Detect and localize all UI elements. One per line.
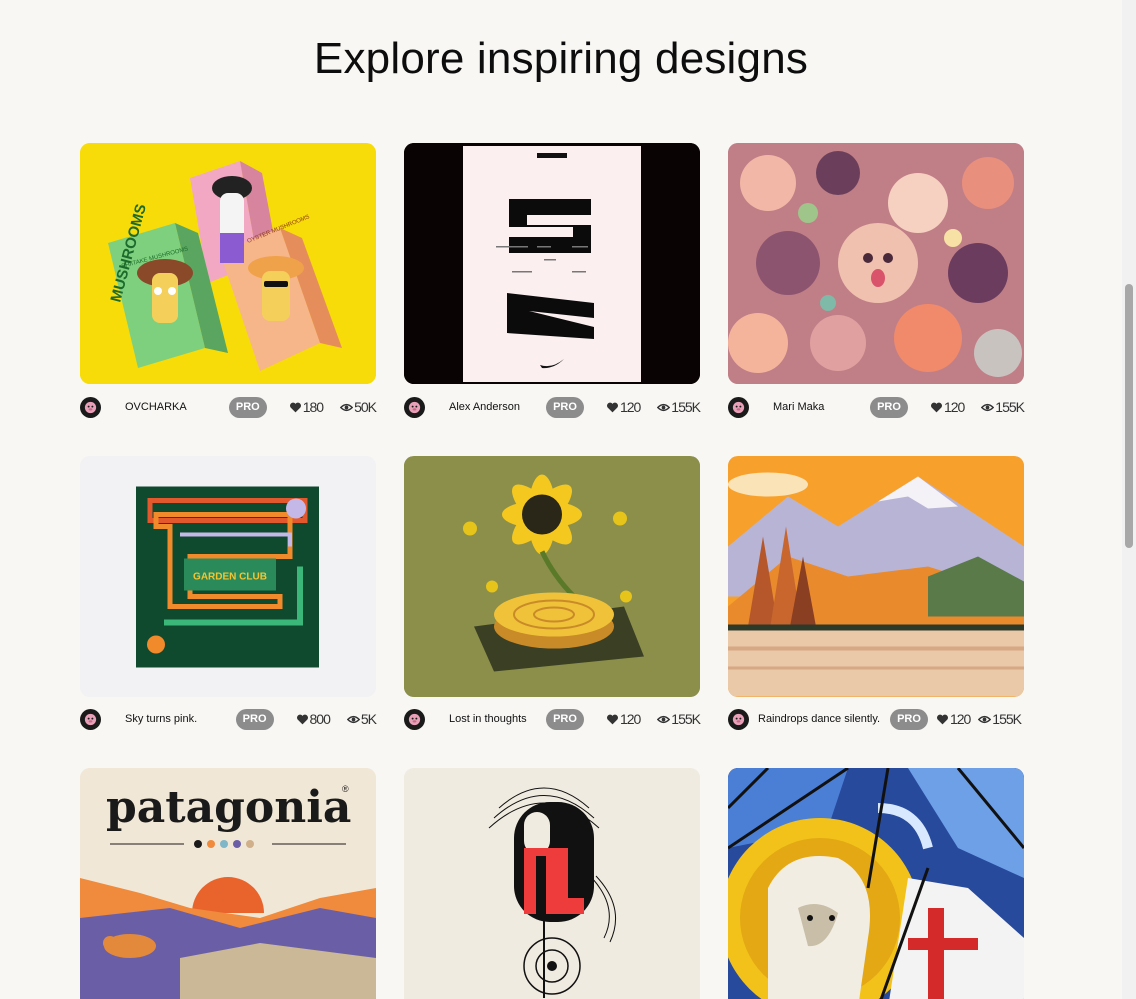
- heart-icon: [930, 402, 942, 412]
- heart-icon: [606, 402, 618, 412]
- design-card[interactable]: GARDEN CLUB Sky turns pink. PRO 800 5K: [80, 456, 377, 730]
- avatar[interactable]: [728, 396, 749, 418]
- design-thumbnail[interactable]: [404, 456, 700, 697]
- design-card[interactable]: Alex Anderson PRO 120 155K: [404, 143, 701, 418]
- design-thumbnail[interactable]: [728, 143, 1024, 384]
- views-count: 155K: [981, 399, 1025, 415]
- nike-poster-art: [404, 143, 700, 384]
- heart-icon: [289, 402, 301, 412]
- card-meta: Sky turns pink. PRO 800 5K: [80, 707, 377, 731]
- likes-count[interactable]: 180: [289, 399, 324, 415]
- eye-icon: [657, 403, 671, 411]
- eye-icon: [346, 715, 360, 723]
- card-meta: Raindrops dance silently. PRO 120 155K: [728, 707, 1024, 731]
- pro-badge: PRO: [546, 396, 584, 418]
- author-name[interactable]: Mari Maka: [773, 401, 824, 413]
- likes-count[interactable]: 800: [296, 711, 331, 727]
- views-count: 155K: [978, 711, 1022, 727]
- scrollbar-thumb[interactable]: [1125, 284, 1133, 548]
- svg-text:GARDEN CLUB: GARDEN CLUB: [193, 572, 267, 583]
- heart-icon: [936, 714, 948, 724]
- views-count: 5K: [346, 711, 377, 727]
- likes-count[interactable]: 120: [606, 399, 641, 415]
- stained-glass-art: [728, 768, 1024, 999]
- eye-icon: [340, 403, 354, 411]
- design-card[interactable]: [728, 768, 1024, 999]
- eye-icon: [657, 715, 671, 723]
- avatar[interactable]: [404, 708, 425, 730]
- scrollbar[interactable]: [1122, 0, 1136, 999]
- views-count: 155K: [657, 399, 701, 415]
- pro-badge: PRO: [228, 396, 267, 418]
- design-thumbnail[interactable]: [404, 768, 700, 999]
- garden-club-art: GARDEN CLUB: [80, 456, 376, 697]
- author-name[interactable]: Lost in thoughts: [449, 713, 527, 725]
- views-count: 50K: [340, 399, 377, 415]
- likes-count[interactable]: 120: [936, 711, 971, 727]
- design-thumbnail[interactable]: MUSHROOMS SHIITAKE MUSHROOMS OYSTER MUSH…: [80, 143, 376, 384]
- design-thumbnail[interactable]: GARDEN CLUB: [80, 456, 376, 697]
- likes-count[interactable]: 120: [606, 711, 641, 727]
- pro-badge: PRO: [870, 396, 908, 418]
- avatar[interactable]: [728, 708, 749, 730]
- author-name[interactable]: Sky turns pink.: [125, 713, 197, 725]
- pro-badge: PRO: [890, 708, 928, 730]
- patagonia-poster-art: patagonia ®: [80, 768, 376, 999]
- design-card[interactable]: Mari Maka PRO 120 155K: [728, 143, 1025, 418]
- card-meta: Alex Anderson PRO 120 155K: [404, 395, 701, 419]
- pro-badge: PRO: [235, 708, 274, 730]
- design-card[interactable]: patagonia ®: [80, 768, 376, 999]
- svg-text:patagonia: patagonia: [106, 782, 351, 833]
- design-thumbnail[interactable]: [404, 143, 700, 384]
- mountain-lake-art: [728, 456, 1024, 697]
- svg-text:®: ®: [342, 784, 349, 794]
- avatar[interactable]: [80, 708, 101, 730]
- page-title: Explore inspiring designs: [313, 34, 809, 83]
- eye-icon: [981, 403, 995, 411]
- card-meta: OVCHARKA PRO 180 50K: [80, 395, 377, 419]
- design-thumbnail[interactable]: [728, 456, 1024, 697]
- design-card[interactable]: [404, 768, 700, 999]
- design-card[interactable]: Raindrops dance silently. PRO 120 155K: [728, 456, 1024, 730]
- design-thumbnail[interactable]: patagonia ®: [80, 768, 376, 999]
- card-meta: Lost in thoughts PRO 120 155K: [404, 707, 701, 731]
- author-name[interactable]: Raindrops dance silently.: [758, 713, 880, 725]
- likes-count[interactable]: 120: [930, 399, 965, 415]
- eye-icon: [978, 715, 992, 723]
- mushroom-packaging-art: MUSHROOMS SHIITAKE MUSHROOMS OYSTER MUSH…: [80, 143, 376, 384]
- pro-badge: PRO: [546, 708, 584, 730]
- floral-faces-art: [728, 143, 1024, 384]
- heart-icon: [296, 714, 308, 724]
- author-name[interactable]: OVCHARKA: [125, 401, 187, 413]
- abstract-figure-art: [404, 768, 700, 999]
- card-meta: Mari Maka PRO 120 155K: [728, 395, 1025, 419]
- avatar[interactable]: [80, 396, 101, 418]
- sunflower-turntable-art: [404, 456, 700, 697]
- design-card[interactable]: Lost in thoughts PRO 120 155K: [404, 456, 701, 730]
- design-card[interactable]: MUSHROOMS SHIITAKE MUSHROOMS OYSTER MUSH…: [80, 143, 377, 418]
- author-name[interactable]: Alex Anderson: [449, 401, 520, 413]
- design-thumbnail[interactable]: [728, 768, 1024, 999]
- avatar[interactable]: [404, 396, 425, 418]
- heart-icon: [606, 714, 618, 724]
- views-count: 155K: [657, 711, 701, 727]
